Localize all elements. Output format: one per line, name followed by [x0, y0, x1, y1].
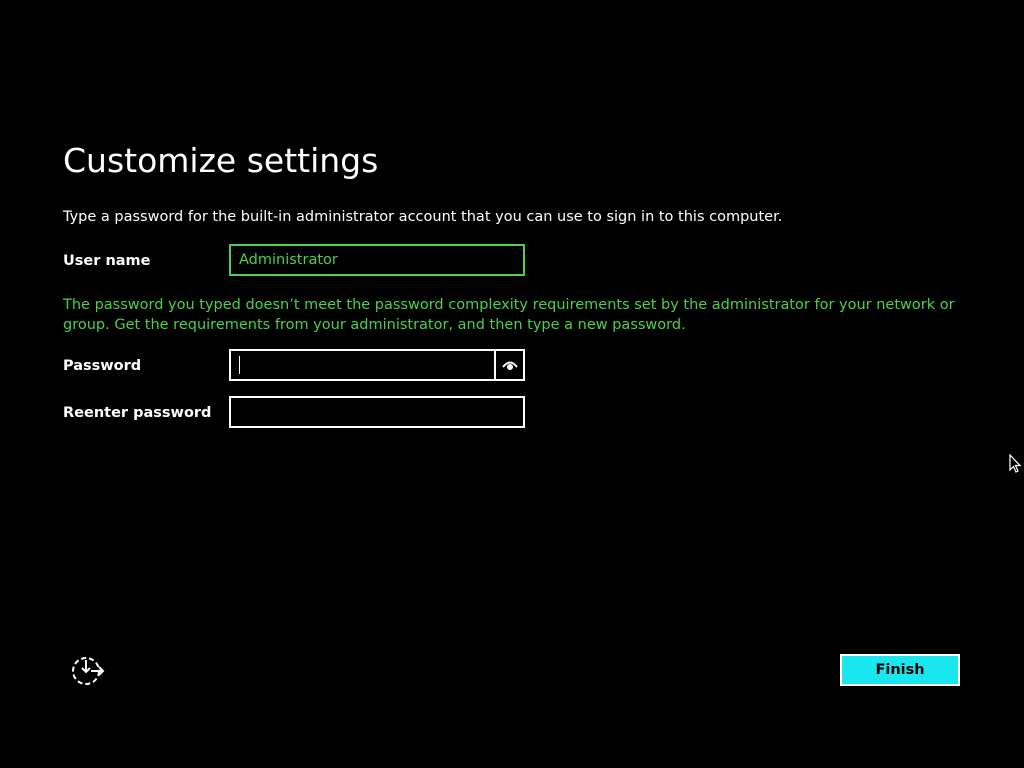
instructions-text: Type a password for the built-in adminis… [63, 209, 783, 225]
username-field[interactable]: Administrator [229, 244, 525, 276]
text-caret [239, 356, 240, 374]
password-label: Password [63, 358, 142, 374]
password-field[interactable] [229, 349, 525, 381]
reenter-password-label: Reenter password [63, 405, 212, 421]
password-error-message: The password you typed doesn’t meet the … [63, 297, 955, 333]
reenter-password-field[interactable] [229, 396, 525, 428]
eye-icon [501, 361, 518, 370]
setup-screen: Customize settings Type a password for t… [0, 0, 1024, 768]
ease-of-access-button[interactable] [70, 654, 106, 688]
finish-button[interactable]: Finish [840, 654, 960, 686]
page-title: Customize settings [63, 141, 379, 180]
reveal-password-button[interactable] [494, 351, 523, 379]
mouse-pointer-icon [1009, 454, 1021, 473]
username-label: User name [63, 253, 151, 269]
ease-of-access-icon [72, 657, 105, 685]
